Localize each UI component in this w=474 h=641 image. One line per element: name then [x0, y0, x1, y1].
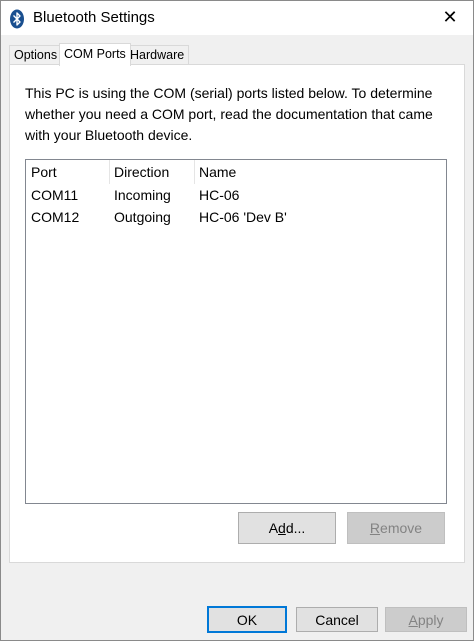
column-divider[interactable] — [194, 160, 195, 184]
ok-button[interactable]: OK — [207, 606, 287, 633]
column-divider[interactable] — [109, 160, 110, 184]
direction-cell: Outgoing — [114, 209, 171, 225]
com-ports-panel: This PC is using the COM (serial) ports … — [9, 64, 465, 563]
add-label-pre: A — [268, 520, 279, 536]
title-bar: Bluetooth Settings ✕ — [1, 1, 473, 35]
bluetooth-icon — [10, 9, 24, 29]
name-cell: HC-06 — [199, 187, 240, 203]
tab-com-ports[interactable]: COM Ports — [59, 43, 131, 66]
column-header-port[interactable]: Port — [31, 160, 57, 184]
direction-cell: Incoming — [114, 187, 171, 203]
apply-button[interactable]: Apply — [385, 607, 467, 632]
list-item[interactable]: COM11 Incoming HC-06 — [26, 184, 446, 206]
apply-label-post: pply — [417, 611, 444, 628]
close-button[interactable]: ✕ — [441, 6, 459, 27]
name-cell: HC-06 'Dev B' — [199, 209, 287, 225]
add-label-post: d... — [285, 520, 306, 536]
tab-hardware[interactable]: Hardware — [125, 45, 190, 64]
port-cell: COM11 — [31, 187, 79, 203]
list-item[interactable]: COM12 Outgoing HC-06 'Dev B' — [26, 206, 446, 228]
add-button[interactable]: Ad d... — [238, 512, 336, 544]
window-title: Bluetooth Settings — [33, 9, 155, 26]
remove-button[interactable]: Remove — [347, 512, 445, 544]
close-icon: ✕ — [442, 6, 458, 27]
column-header-direction[interactable]: Direction — [114, 160, 169, 184]
remove-label-accel: R — [369, 520, 381, 536]
tab-options[interactable]: Options — [9, 45, 63, 64]
apply-label-accel: A — [408, 611, 418, 628]
cancel-button[interactable]: Cancel — [296, 607, 378, 632]
add-label-accel: d — [278, 520, 286, 536]
remove-label-post: emove — [380, 520, 423, 536]
list-header: Port Direction Name — [26, 160, 446, 184]
com-ports-list[interactable]: Port Direction Name COM11 Incoming HC-06… — [25, 159, 447, 504]
bluetooth-settings-window: Bluetooth Settings ✕ Options COM Ports H… — [0, 0, 474, 641]
com-ports-description: This PC is using the COM (serial) ports … — [25, 85, 433, 143]
tab-strip: Options COM Ports Hardware — [9, 43, 465, 66]
port-cell: COM12 — [31, 209, 80, 225]
column-header-name[interactable]: Name — [199, 160, 236, 184]
